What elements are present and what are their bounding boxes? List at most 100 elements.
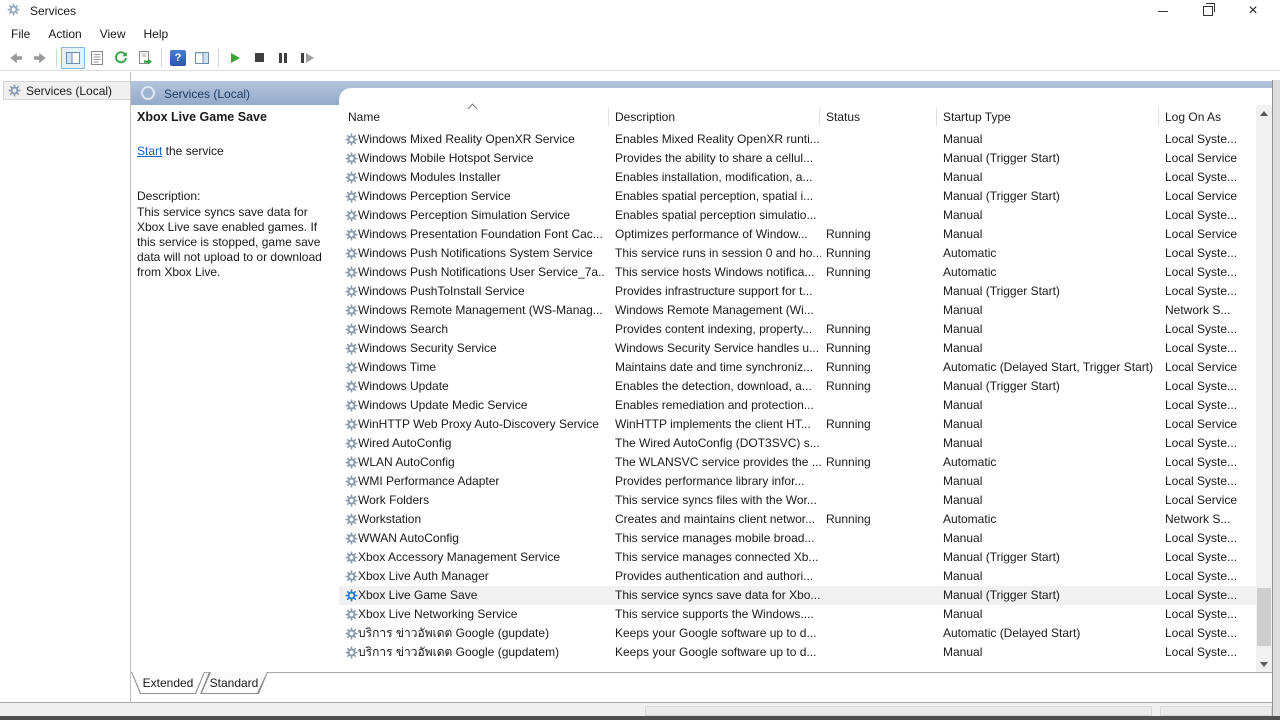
service-gear-icon	[345, 570, 358, 583]
scrollbar-thumb[interactable]	[1257, 588, 1271, 646]
column-header-log-on-as[interactable]: Log On As	[1165, 100, 1221, 130]
tree-splitter[interactable]	[130, 72, 131, 702]
table-row[interactable]: Windows Security ServiceWindows Security…	[339, 339, 1256, 358]
table-row[interactable]: Windows TimeMaintains date and time sync…	[339, 358, 1256, 377]
scroll-down-button[interactable]	[1256, 656, 1272, 672]
table-row[interactable]: Xbox Live Networking ServiceThis service…	[339, 605, 1256, 624]
cell-logon: Local Syste...	[1165, 263, 1255, 282]
cell-description: Windows Remote Management (Wi...	[615, 301, 821, 320]
column-separator[interactable]	[936, 108, 937, 126]
cell-logon: Network S...	[1165, 301, 1255, 320]
start-service-button[interactable]	[223, 47, 247, 69]
table-row[interactable]: Windows Modules InstallerEnables install…	[339, 168, 1256, 187]
column-separator[interactable]	[819, 108, 820, 126]
refresh-button[interactable]	[109, 47, 133, 69]
show-console-tree-button[interactable]	[61, 47, 85, 69]
restore-button[interactable]	[1191, 0, 1225, 22]
tree-item-services-local[interactable]: Services (Local)	[3, 81, 131, 100]
show-action-pane-button[interactable]	[190, 47, 214, 69]
stop-service-button[interactable]	[247, 47, 271, 69]
table-row[interactable]: Windows Perception Simulation ServiceEna…	[339, 206, 1256, 225]
cell-startup: Manual (Trigger Start)	[943, 377, 1161, 396]
menu-item-file[interactable]: File	[2, 24, 39, 44]
service-gear-icon	[345, 589, 358, 602]
close-button[interactable]: ×	[1236, 0, 1270, 22]
table-row[interactable]: Windows Update Medic ServiceEnables reme…	[339, 396, 1256, 415]
tab-extended[interactable]: Extended	[131, 672, 205, 694]
column-header-description[interactable]: Description	[615, 100, 675, 130]
cell-logon: Local Syste...	[1165, 434, 1255, 453]
cell-status	[826, 491, 938, 510]
table-row[interactable]: Windows UpdateEnables the detection, dow…	[339, 377, 1256, 396]
table-row[interactable]: Work FoldersThis service syncs files wit…	[339, 491, 1256, 510]
menu-item-view[interactable]: View	[91, 24, 135, 44]
cell-name: Windows Perception Service	[358, 187, 604, 206]
column-header-name[interactable]: Name	[348, 100, 380, 130]
table-row[interactable]: Windows PushToInstall ServiceProvides in…	[339, 282, 1256, 301]
cell-status: Running	[826, 339, 938, 358]
close-icon: ×	[1248, 3, 1257, 19]
cell-status: Running	[826, 225, 938, 244]
table-row[interactable]: WorkstationCreates and maintains client …	[339, 510, 1256, 529]
menu-item-action[interactable]: Action	[39, 24, 90, 44]
back-button[interactable]	[4, 47, 28, 69]
table-row[interactable]: Windows Presentation Foundation Font Cac…	[339, 225, 1256, 244]
table-row[interactable]: Windows Perception ServiceEnables spatia…	[339, 187, 1256, 206]
service-gear-icon	[345, 190, 358, 203]
table-row[interactable]: WLAN AutoConfigThe WLANSVC service provi…	[339, 453, 1256, 472]
column-header-startup-type[interactable]: Startup Type	[943, 100, 1011, 130]
cell-logon: Local Syste...	[1165, 206, 1255, 225]
table-row[interactable]: Windows Push Notifications System Servic…	[339, 244, 1256, 263]
cell-logon: Local Syste...	[1165, 320, 1255, 339]
cell-status: Running	[826, 320, 938, 339]
menu-item-help[interactable]: Help	[135, 24, 178, 44]
pause-service-button[interactable]	[271, 47, 295, 69]
table-row[interactable]: Windows Mobile Hotspot ServiceProvides t…	[339, 149, 1256, 168]
cell-status	[826, 206, 938, 225]
window-title: Services	[30, 4, 76, 18]
column-separator[interactable]	[608, 108, 609, 126]
cell-logon: Local Syste...	[1165, 130, 1255, 149]
restart-service-button[interactable]	[295, 47, 319, 69]
properties-button[interactable]	[85, 47, 109, 69]
table-row[interactable]: Windows Mixed Reality OpenXR ServiceEnab…	[339, 130, 1256, 149]
cell-description: The Wired AutoConfig (DOT3SVC) s...	[615, 434, 821, 453]
table-row[interactable]: Windows Push Notifications User Service_…	[339, 263, 1256, 282]
table-row[interactable]: WMI Performance AdapterProvides performa…	[339, 472, 1256, 491]
cell-name: Windows Push Notifications System Servic…	[358, 244, 604, 263]
cell-startup: Manual (Trigger Start)	[943, 282, 1161, 301]
cell-description: Windows Security Service handles u...	[615, 339, 821, 358]
service-gear-icon	[345, 361, 358, 374]
vertical-scrollbar[interactable]	[1256, 105, 1272, 672]
cell-status: Running	[826, 377, 938, 396]
table-row[interactable]: Xbox Accessory Management ServiceThis se…	[339, 548, 1256, 567]
table-row[interactable]: บริการ ข่าวอัพเดต Google (gupdatem)Keeps…	[339, 643, 1256, 662]
cell-startup: Manual (Trigger Start)	[943, 586, 1161, 605]
cell-description: This service syncs files with the Wor...	[615, 491, 821, 510]
cell-name: WMI Performance Adapter	[358, 472, 604, 491]
minimize-button[interactable]	[1146, 0, 1180, 22]
scroll-up-button[interactable]	[1256, 105, 1272, 121]
forward-button[interactable]	[28, 47, 52, 69]
cell-description: Optimizes performance of Window...	[615, 225, 821, 244]
table-row[interactable]: Wired AutoConfigThe Wired AutoConfig (DO…	[339, 434, 1256, 453]
start-service-link[interactable]: Start	[137, 144, 162, 158]
table-row[interactable]: Xbox Live Game SaveThis service syncs sa…	[339, 586, 1256, 605]
column-header-status[interactable]: Status	[826, 100, 860, 130]
table-row[interactable]: บริการ ข่าวอัพเดต Google (gupdate)Keeps …	[339, 624, 1256, 643]
cell-status	[826, 624, 938, 643]
table-row[interactable]: Windows Remote Management (WS-Manag...Wi…	[339, 301, 1256, 320]
table-row[interactable]: WinHTTP Web Proxy Auto-Discovery Service…	[339, 415, 1256, 434]
cell-name: Xbox Live Networking Service	[358, 605, 604, 624]
status-panel	[645, 706, 1152, 716]
column-separator[interactable]	[1158, 108, 1159, 126]
help-button[interactable]: ?	[166, 47, 190, 69]
table-row[interactable]: WWAN AutoConfigThis service manages mobi…	[339, 529, 1256, 548]
cell-logon: Local Service	[1165, 491, 1255, 510]
table-row[interactable]: Windows SearchProvides content indexing,…	[339, 320, 1256, 339]
export-list-button[interactable]	[133, 47, 157, 69]
tab-standard[interactable]: Standard	[200, 672, 268, 694]
cell-name: Windows Modules Installer	[358, 168, 604, 187]
service-gear-icon	[345, 532, 358, 545]
table-row[interactable]: Xbox Live Auth ManagerProvides authentic…	[339, 567, 1256, 586]
